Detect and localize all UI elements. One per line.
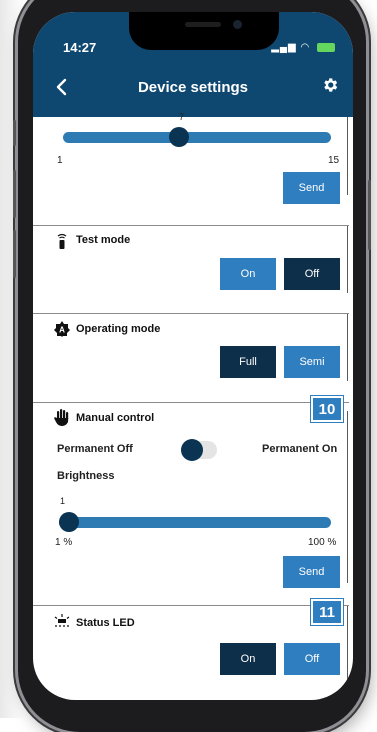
- brightness-label: Brightness: [57, 470, 115, 482]
- speaker: [185, 22, 221, 27]
- divider: [33, 313, 349, 314]
- svg-text:A: A: [59, 326, 65, 335]
- permanent-on-label: Permanent On: [262, 443, 338, 455]
- wifi-icon: ◠: [300, 42, 311, 53]
- brightness-slider-track[interactable]: [59, 517, 331, 528]
- gear-icon: [324, 78, 338, 92]
- divider: [33, 225, 349, 226]
- operating-mode-semi-button[interactable]: Semi: [284, 346, 340, 378]
- notch: [129, 12, 279, 50]
- slider-value-label: 7: [179, 112, 185, 122]
- hand-icon: [54, 408, 70, 431]
- volume-up-button: [13, 170, 16, 218]
- brightness-slider-thumb[interactable]: [59, 512, 79, 532]
- slider-max-label: 15: [328, 155, 340, 166]
- card-border: [347, 313, 348, 381]
- brightness-value-label: 1: [60, 496, 66, 506]
- volume-down-button: [13, 230, 16, 278]
- led-icon: [54, 614, 70, 633]
- permanent-off-label: Permanent Off: [57, 443, 133, 455]
- card-border: [347, 225, 348, 293]
- signal-icon: ▂▄▆: [271, 42, 297, 53]
- brightness-max-label: 100 %: [308, 537, 337, 548]
- interval-slider-track[interactable]: [63, 132, 331, 143]
- divider: [33, 402, 349, 403]
- remote-icon: [56, 233, 68, 254]
- front-camera: [233, 20, 242, 29]
- settings-button[interactable]: [321, 76, 339, 99]
- power-button: [368, 180, 371, 250]
- card-border: [347, 411, 348, 583]
- callout-badge: 11: [311, 599, 343, 625]
- status-led-off-button[interactable]: Off: [284, 643, 340, 675]
- app-header: 14:27 ▂▄▆ ◠ Device settings: [33, 12, 353, 117]
- battery-icon: [317, 42, 335, 52]
- status-time: 14:27: [63, 40, 97, 55]
- card-border: [347, 117, 348, 195]
- mute-switch: [13, 120, 16, 146]
- operating-mode-icon: A: [54, 321, 70, 342]
- toggle-knob: [181, 439, 203, 461]
- page-title: Device settings: [137, 79, 249, 96]
- interval-slider-thumb[interactable]: [169, 127, 190, 147]
- send-button[interactable]: Send: [283, 172, 340, 204]
- operating-mode-title: Operating mode: [76, 323, 161, 335]
- callout-badge: 10: [311, 396, 343, 422]
- phone-screen: 14:27 ▂▄▆ ◠ Device settings 7 1 15 Send …: [33, 12, 353, 700]
- card-border: [347, 605, 348, 685]
- brightness-min-label: 1 %: [55, 537, 73, 548]
- permanent-toggle[interactable]: [181, 439, 217, 461]
- status-icons: ▂▄▆ ◠: [271, 42, 335, 53]
- operating-mode-full-button[interactable]: Full: [220, 346, 276, 378]
- test-mode-title: Test mode: [76, 234, 131, 246]
- status-led-title: Status LED: [76, 617, 135, 629]
- brightness-send-button[interactable]: Send: [283, 556, 340, 588]
- test-mode-off-button[interactable]: Off: [284, 258, 340, 290]
- divider: [33, 605, 349, 606]
- status-led-on-button[interactable]: On: [220, 643, 276, 675]
- settings-content: 7 1 15 Send Test mode On Off A Operating…: [33, 112, 353, 700]
- test-mode-on-button[interactable]: On: [220, 258, 276, 290]
- manual-control-title: Manual control: [76, 412, 155, 424]
- slider-min-label: 1: [57, 155, 63, 166]
